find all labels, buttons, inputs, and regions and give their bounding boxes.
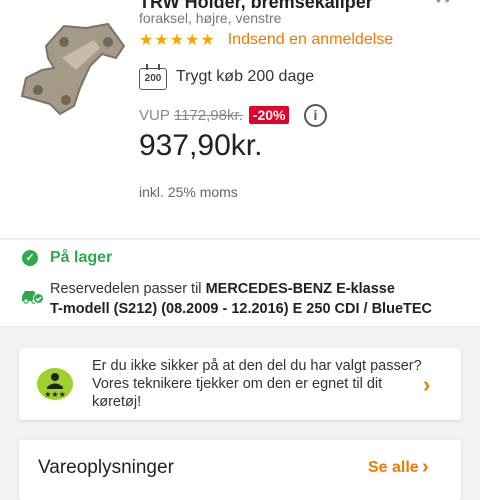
technician-icon: ★★★ [37,368,73,400]
star-rating-icon: ★★★★★ [139,32,216,49]
product-subtitle: foraksel, højre, venstre [139,10,282,26]
vup-label: VUP [139,106,170,124]
chevron-right-icon[interactable]: › [422,456,429,479]
vehicle-fit-text: Reservedelen passer til MERCEDES-BENZ E-… [50,279,470,319]
car-check-icon [22,291,44,304]
chevron-right-icon[interactable]: › [423,372,430,398]
guarantee-row: 200 Trygt køb 200 dage [139,64,314,90]
vehicle-years: (08.2009 - 12.2016) [157,301,293,317]
calendar-200-icon: 200 [139,64,167,90]
vehicle-model: T-modell (S212) [50,301,158,317]
stock-status: På lager [50,249,113,266]
rating-row: ★★★★★ Indsend en anmeldelse [139,30,393,50]
product-details-card: Vareoplysninger Se alle › [19,440,461,500]
product-card: TRW Holder, bremsekaliper • • foraksel, … [0,0,480,239]
stock-card: ✓ På lager Reservedelen passer til MERCE… [0,240,480,327]
old-price-row: VUP 1172,98kr. -20% [139,103,290,127]
info-icon[interactable]: i [304,104,327,127]
vehicle-make: MERCEDES-BENZ E-klasse [205,281,395,297]
help-text: Er du ikke sikker på at den del du har v… [92,358,422,410]
vehicle-engine: E 250 CDI / BlueTEC [292,301,433,317]
guarantee-text: Trygt køb 200 dage [176,68,315,85]
technician-help-card[interactable]: ★★★ Er du ikke sikker på at den del du h… [19,348,461,420]
product-image[interactable] [16,18,128,116]
details-title: Vareoplysninger [38,457,174,478]
more-icon[interactable]: • • [436,0,450,8]
check-circle-icon: ✓ [22,250,38,266]
price: 937,90kr. [139,129,263,162]
discount-badge: -20% [248,106,290,124]
vat-note: inkl. 25% moms [139,184,238,200]
write-review-link[interactable]: Indsend en anmeldelse [228,31,393,49]
see-all-link[interactable]: Se alle [368,459,419,477]
fit-prefix: Reservedelen passer til [50,281,206,297]
old-price: 1172,98kr. [173,106,243,124]
svg-text:★★★: ★★★ [44,390,66,399]
